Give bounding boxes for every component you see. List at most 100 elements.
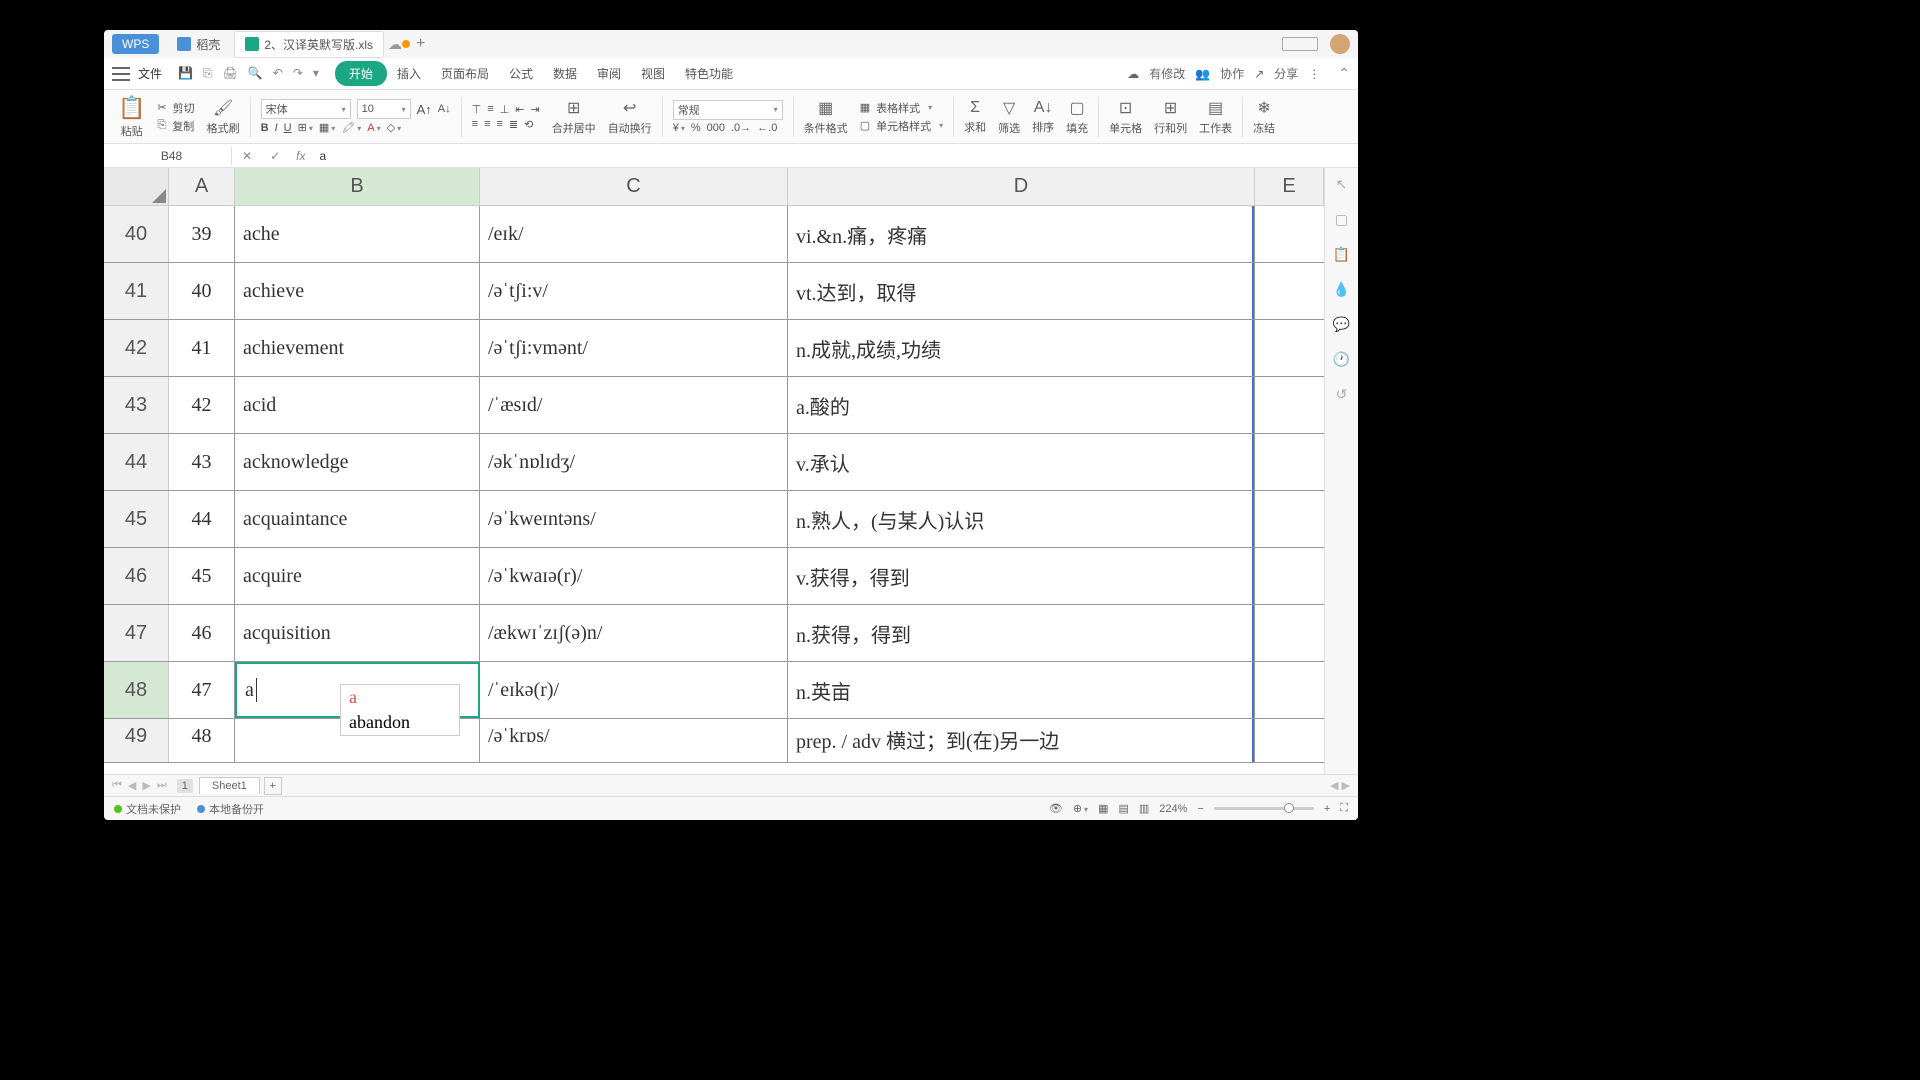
zoom-level[interactable]: 224%	[1159, 803, 1187, 815]
cloud-sync-icon[interactable]: ☁	[1127, 67, 1139, 81]
grid-view-icon[interactable]: ▦	[1098, 802, 1108, 815]
freeze-label[interactable]: 冻结	[1253, 120, 1275, 136]
cell-B[interactable]: achieve	[235, 263, 480, 319]
window-mode-button[interactable]	[1282, 37, 1318, 51]
history-icon[interactable]: ↺	[1336, 386, 1348, 403]
format-painter-icon[interactable]: 🖌	[213, 98, 233, 118]
cell-A[interactable]: 48	[169, 719, 235, 762]
collab-label[interactable]: 协作	[1220, 65, 1244, 82]
cloud-icon[interactable]: ☁	[388, 36, 402, 53]
cell-C[interactable]: /əˈtʃi:vmənt/	[480, 320, 788, 376]
currency-icon[interactable]: ¥▾	[673, 122, 685, 134]
has-changes-label[interactable]: 有修改	[1149, 65, 1185, 82]
percent-icon[interactable]: %	[691, 122, 701, 134]
cursor-icon[interactable]: ↖	[1336, 176, 1348, 193]
rowcol-label[interactable]: 行和列	[1154, 120, 1187, 136]
cut-label[interactable]: 剪切	[173, 100, 195, 116]
align-bottom-icon[interactable]: ⊥	[500, 103, 510, 116]
fill-label[interactable]: 填充	[1066, 120, 1088, 136]
cell-C[interactable]: /ˈeɪkə(r)/	[480, 662, 788, 718]
highlight-button[interactable]: 🖍▾	[341, 121, 361, 134]
share-icon[interactable]: ↗	[1254, 67, 1264, 81]
cell-C[interactable]: /əˈkrɒs/	[480, 719, 788, 762]
cell-D[interactable]: a.酸的	[788, 377, 1255, 433]
collab-icon[interactable]: 👥	[1195, 67, 1210, 81]
align-center-icon[interactable]: ≡	[484, 118, 490, 130]
row-header[interactable]: 40	[104, 206, 169, 262]
format-painter-label[interactable]: 格式刷	[207, 120, 240, 136]
cell-A[interactable]: 41	[169, 320, 235, 376]
preview-icon[interactable]: 🔍	[248, 66, 263, 81]
rowcol-icon[interactable]: ⊞	[1164, 98, 1177, 118]
chat-icon[interactable]: 💬	[1333, 316, 1350, 333]
protect-label[interactable]: 文档未保护	[126, 801, 181, 817]
menu-tab-special[interactable]: 特色功能	[675, 61, 743, 86]
cell-A[interactable]: 42	[169, 377, 235, 433]
cell-D[interactable]: vt.达到，取得	[788, 263, 1255, 319]
share-label[interactable]: 分享	[1274, 65, 1298, 82]
name-box[interactable]: B48	[112, 147, 232, 165]
align-top-icon[interactable]: ⊤	[472, 103, 482, 116]
table-style-icon[interactable]: ▦	[860, 101, 870, 114]
cell-D[interactable]: v.获得，得到	[788, 548, 1255, 604]
cell-D[interactable]: prep. / adv 横过；到(在)另一边	[788, 719, 1255, 762]
dropdown-icon[interactable]: ▾	[313, 66, 319, 81]
cell-B[interactable]: achievement	[235, 320, 480, 376]
cell-B[interactable]: acknowledge	[235, 434, 480, 490]
eye-icon[interactable]: 👁	[1049, 802, 1063, 815]
col-header-C[interactable]: C	[480, 168, 788, 205]
fill-icon[interactable]: ▢	[1070, 98, 1085, 118]
font-color-button[interactable]: A▾	[367, 122, 380, 134]
panel-icon[interactable]: ▢	[1335, 211, 1348, 228]
freeze-icon[interactable]: ❄	[1257, 98, 1270, 118]
zoom-out-button[interactable]: −	[1197, 803, 1203, 815]
sort-label[interactable]: 排序	[1032, 119, 1054, 135]
wps-logo-button[interactable]: WPS	[112, 34, 159, 54]
row-header[interactable]: 49	[104, 719, 169, 762]
backup-label[interactable]: 本地备份开	[209, 801, 264, 817]
undo-icon[interactable]: ↶	[273, 66, 283, 81]
cell-A[interactable]: 47	[169, 662, 235, 718]
indent-decrease-icon[interactable]: ⇤	[515, 103, 524, 116]
clock-icon[interactable]: 🕐	[1333, 351, 1350, 368]
copy-icon[interactable]: ⎘	[157, 119, 166, 132]
cond-format-icon[interactable]: ▦	[818, 98, 833, 118]
hamburger-icon[interactable]	[112, 65, 130, 83]
globe-icon[interactable]: ⊕▾	[1073, 802, 1088, 815]
comma-icon[interactable]: 000	[707, 122, 725, 134]
sheet-nav-first-icon[interactable]: ⏮	[112, 779, 122, 792]
row-header[interactable]: 48	[104, 662, 169, 718]
border-button[interactable]: ⊞▾	[298, 121, 313, 134]
paste-label[interactable]: 粘贴	[121, 123, 143, 139]
font-name-select[interactable]: 宋体▾	[261, 99, 351, 119]
cell-C[interactable]: /ækwɪˈzɪʃ(ə)n/	[480, 605, 788, 661]
align-right-icon[interactable]: ≡	[496, 118, 502, 130]
row-header[interactable]: 47	[104, 605, 169, 661]
cell-D[interactable]: n.获得，得到	[788, 605, 1255, 661]
zoom-in-button[interactable]: +	[1324, 803, 1330, 815]
cell-fill-button[interactable]: ▦▾	[319, 121, 335, 134]
menu-tab-view[interactable]: 视图	[631, 61, 675, 86]
cell-B[interactable]: acid	[235, 377, 480, 433]
indent-increase-icon[interactable]: ⇥	[530, 103, 539, 116]
cell-A[interactable]: 39	[169, 206, 235, 262]
collapse-ribbon-icon[interactable]: ⌃	[1338, 65, 1350, 82]
menu-tab-review[interactable]: 审阅	[587, 61, 631, 86]
zoom-slider[interactable]	[1214, 807, 1314, 810]
row-header[interactable]: 46	[104, 548, 169, 604]
font-size-select[interactable]: 10▾	[357, 99, 411, 119]
wrap-label[interactable]: 自动换行	[608, 120, 652, 136]
cell-C[interactable]: /əˈkweɪntəns/	[480, 491, 788, 547]
redo-icon[interactable]: ↷	[293, 66, 303, 81]
menu-tab-formula[interactable]: 公式	[499, 61, 543, 86]
user-avatar[interactable]	[1330, 34, 1350, 54]
cell-D[interactable]: v.承认	[788, 434, 1255, 490]
drop-icon[interactable]: 💧	[1333, 281, 1350, 298]
row-header[interactable]: 44	[104, 434, 169, 490]
worksheet-icon[interactable]: ▤	[1208, 98, 1223, 118]
cell-D[interactable]: n.成就,成绩,功绩	[788, 320, 1255, 376]
paste-icon[interactable]: 📋	[118, 95, 145, 121]
formula-confirm-icon[interactable]: ✓	[262, 149, 288, 163]
col-header-E[interactable]: E	[1255, 168, 1324, 205]
tab-file-xls[interactable]: 2、汉译英默写版.xls	[234, 31, 384, 58]
